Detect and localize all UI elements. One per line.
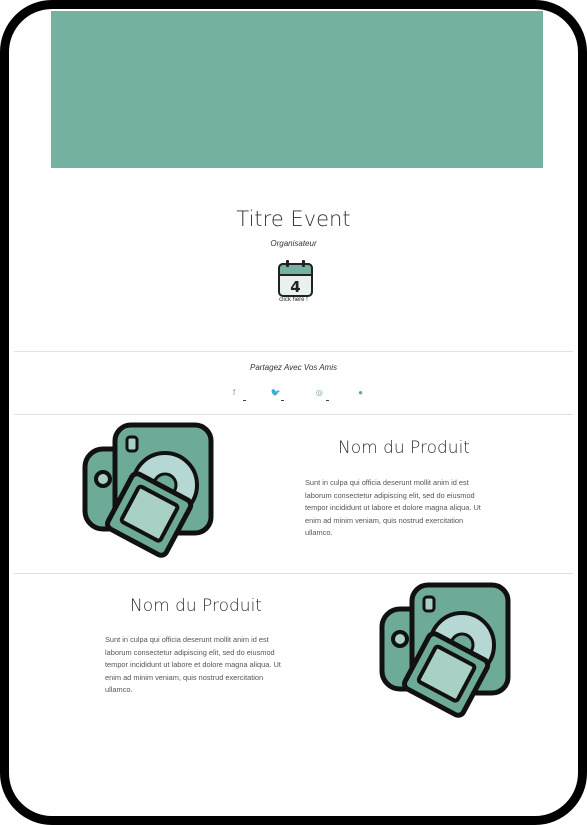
divider — [14, 351, 573, 352]
camera-icon — [379, 582, 511, 718]
divider — [14, 573, 573, 574]
instagram-icon[interactable]: ◎ — [316, 388, 329, 401]
camera-icon — [82, 422, 214, 558]
calendar-day-number: 4 — [290, 278, 300, 296]
facebook-icon[interactable]: f — [233, 388, 246, 401]
product-description: Sunt in culpa qui officia deserunt molli… — [305, 478, 481, 538]
twitter-icon[interactable]: 🐦 — [271, 388, 284, 401]
page-frame: Titre Event Organisateur 4 click here ! … — [0, 0, 587, 825]
calendar-icon[interactable]: 4 — [277, 259, 315, 299]
product-name: Nom du Produit — [130, 596, 262, 616]
product-name: Nom du Produit — [338, 438, 470, 458]
calendar-link[interactable]: click here ! — [9, 297, 578, 303]
social-links: f 🐦 ◎ ● — [233, 384, 363, 401]
divider — [14, 414, 573, 415]
other-social-icon[interactable]: ● — [358, 388, 363, 397]
event-title: Titre Event — [236, 207, 351, 231]
share-heading: Partagez Avec Vos Amis — [250, 363, 337, 372]
event-banner-image — [51, 11, 543, 168]
event-organizer: Organisateur — [270, 239, 317, 248]
product-description: Sunt in culpa qui officia deserunt molli… — [105, 635, 281, 695]
